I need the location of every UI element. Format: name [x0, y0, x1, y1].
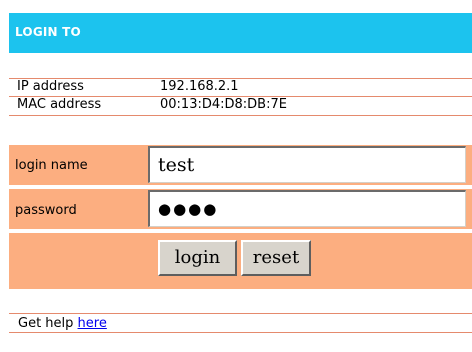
login-button[interactable]: login [158, 240, 237, 276]
divider [9, 313, 472, 314]
ip-address-label: IP address [17, 79, 84, 94]
help-prefix: Get help [18, 316, 74, 331]
login-name-input[interactable] [148, 146, 466, 183]
reset-button[interactable]: reset [241, 240, 311, 276]
mac-address-label: MAC address [17, 97, 102, 112]
help-line: Get help here [18, 316, 107, 331]
divider [9, 115, 472, 116]
login-header-title: LOGIN TO [15, 25, 81, 39]
login-name-label: login name [15, 158, 88, 173]
mac-address-value: 00:13:D4:D8:DB:7E [160, 97, 287, 112]
login-header: LOGIN TO [9, 13, 472, 53]
help-link[interactable]: here [78, 316, 107, 331]
divider [9, 332, 472, 333]
password-label: password [15, 203, 77, 218]
password-input[interactable]: ●●●● [148, 190, 466, 227]
ip-address-value: 192.168.2.1 [160, 79, 239, 94]
login-page: LOGIN TO IP address 192.168.2.1 MAC addr… [0, 0, 472, 352]
